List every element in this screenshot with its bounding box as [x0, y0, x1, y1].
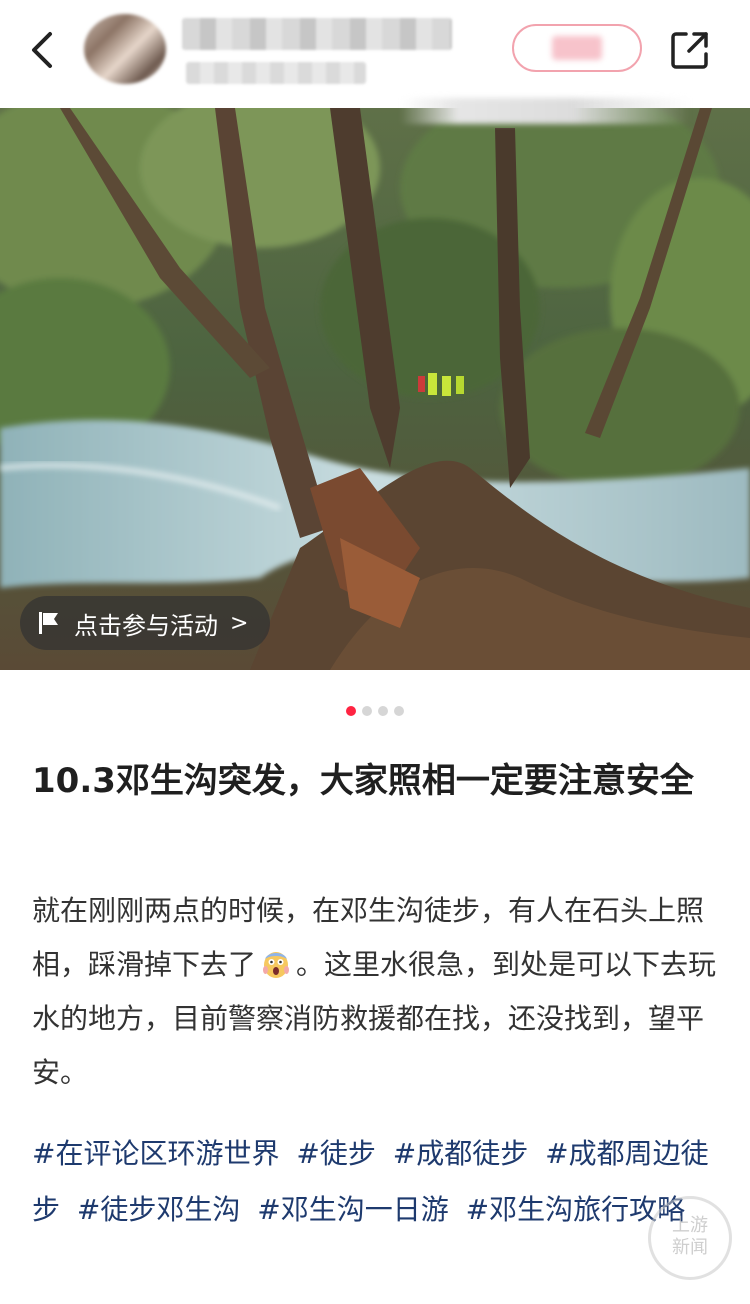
- watermark-line2: 新闻: [672, 1237, 708, 1258]
- watermark-logo: 上游 新闻: [648, 1196, 732, 1280]
- follow-button[interactable]: [512, 24, 642, 72]
- back-arrow-icon[interactable]: [22, 26, 66, 74]
- carousel-indicator: [0, 706, 750, 720]
- hashtag[interactable]: #邓生沟一日游: [257, 1193, 448, 1226]
- post-title: 10.3邓生沟突发，大家照相一定要注意安全: [32, 761, 694, 801]
- carousel-dot: [362, 706, 372, 716]
- carousel-dot-active: [346, 706, 356, 716]
- post-photo[interactable]: [0, 108, 750, 670]
- watermark-line1: 上游: [672, 1215, 708, 1236]
- flag-icon: [38, 611, 60, 635]
- post-body: 就在刚刚两点的时候，在邓生沟徒步，有人在石头上照相，踩滑掉下去了 。这里水很急，…: [32, 884, 722, 1100]
- author-avatar[interactable]: [84, 14, 166, 84]
- author-meta: [186, 62, 366, 84]
- hashtag[interactable]: #徒步邓生沟: [77, 1193, 240, 1226]
- carousel-dot: [378, 706, 388, 716]
- author-name[interactable]: [182, 18, 452, 50]
- chevron-right-icon: >: [230, 610, 249, 636]
- blurred-region: [400, 98, 690, 124]
- activity-label: 点击参与活动: [74, 611, 218, 640]
- hashtag[interactable]: #成都徒步: [393, 1137, 528, 1170]
- post-tags: #在评论区环游世界 #徒步 #成都徒步 #成都周边徒步 #徒步邓生沟 #邓生沟一…: [32, 1126, 722, 1238]
- hashtag[interactable]: #在评论区环游世界: [32, 1137, 279, 1170]
- hashtag[interactable]: #徒步: [296, 1137, 375, 1170]
- share-icon[interactable]: [668, 28, 712, 72]
- carousel-dot: [394, 706, 404, 716]
- post-header: [0, 0, 750, 108]
- scream-emoji-icon: [262, 943, 290, 978]
- join-activity-button[interactable]: 点击参与活动 >: [20, 596, 271, 650]
